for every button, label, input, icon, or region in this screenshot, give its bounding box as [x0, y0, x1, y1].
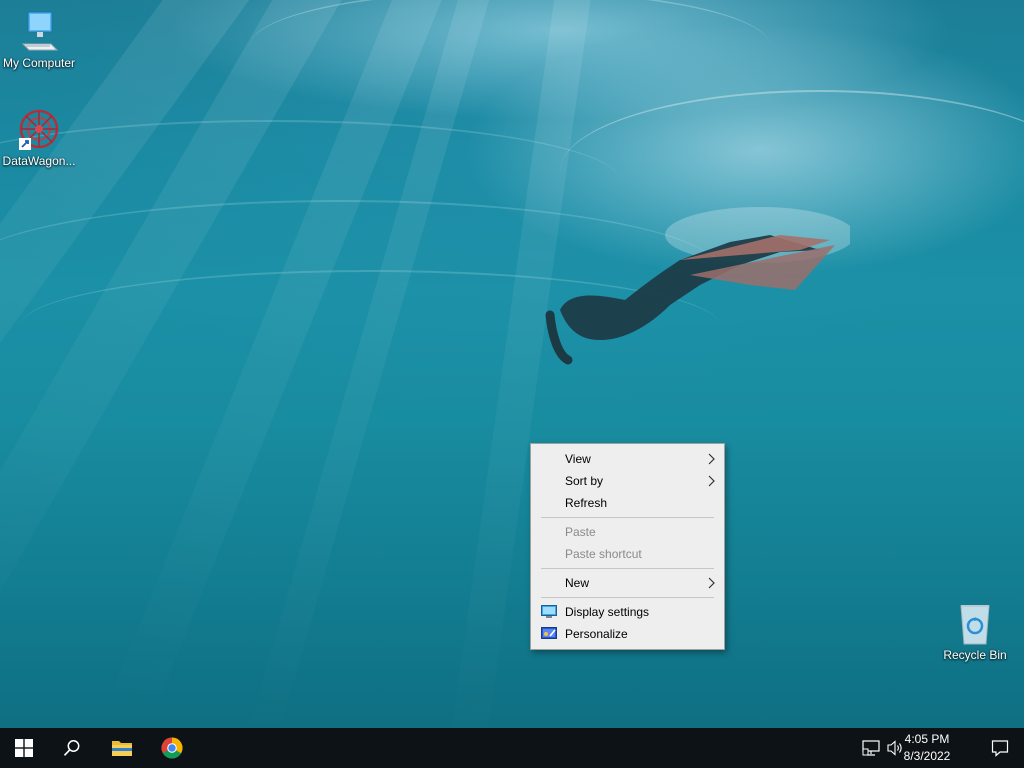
menu-item-label: Paste [565, 525, 596, 539]
desktop-icon-my-computer[interactable]: My Computer [1, 10, 77, 71]
menu-item-label: Refresh [565, 496, 608, 510]
freediver-silhouette [545, 207, 850, 365]
folder-icon [112, 741, 132, 756]
desktop-icon-recycle-bin[interactable]: Recycle Bin [937, 602, 1013, 663]
notifications-button[interactable] [976, 728, 1024, 768]
personalize-icon [541, 627, 557, 639]
menu-separator [541, 568, 714, 569]
recycle-bin-icon [953, 602, 997, 646]
network-button[interactable] [858, 728, 884, 768]
menu-item-view[interactable]: View [531, 448, 724, 470]
desktop-wallpaper[interactable]: My Computer DataWagon... Recycle Bin Vie… [0, 0, 1024, 728]
menu-item-sort-by[interactable]: Sort by [531, 470, 724, 492]
desktop-icon-label: My Computer [2, 56, 76, 70]
menu-item-refresh[interactable]: Refresh [531, 492, 724, 514]
taskbar: 4:05 PM 8/3/2022 [0, 728, 1024, 768]
notifications-icon [991, 740, 1009, 757]
menu-item-paste-shortcut[interactable]: Paste shortcut [531, 543, 724, 565]
menu-item-paste[interactable]: Paste [531, 521, 724, 543]
file-explorer-button[interactable] [98, 728, 146, 768]
menu-item-label: Paste shortcut [565, 547, 642, 561]
chrome-icon [161, 737, 183, 759]
menu-item-new[interactable]: New [531, 572, 724, 594]
menu-item-label: New [565, 576, 590, 590]
datawagon-icon [17, 108, 61, 152]
menu-item-label: Sort by [565, 474, 604, 488]
menu-separator [541, 597, 714, 598]
desktop-context-menu: View Sort by Refresh Paste Paste shortcu… [530, 443, 725, 650]
computer-icon [17, 10, 61, 54]
clock-time[interactable]: 4:05 PM [892, 732, 962, 746]
menu-item-display-settings[interactable]: Display settings [531, 601, 724, 623]
display-icon [541, 605, 557, 618]
start-button[interactable] [0, 728, 48, 768]
menu-item-label: Personalize [565, 627, 628, 641]
windows-logo-icon [15, 739, 33, 757]
menu-item-personalize[interactable]: Personalize [531, 623, 724, 645]
menu-separator [541, 517, 714, 518]
network-icon [862, 740, 880, 756]
desktop-icon-label: DataWagon... [2, 154, 76, 168]
search-icon [63, 740, 80, 756]
search-button[interactable] [48, 728, 96, 768]
menu-item-label: Display settings [565, 605, 650, 619]
desktop-icon-label: Recycle Bin [943, 648, 1007, 662]
water-swell [250, 0, 770, 102]
chevron-right-icon [708, 475, 715, 487]
clock-date[interactable]: 8/3/2022 [892, 749, 962, 763]
menu-item-label: View [565, 452, 591, 466]
chevron-right-icon [708, 577, 715, 589]
chrome-button[interactable] [148, 728, 196, 768]
chevron-right-icon [708, 453, 715, 465]
desktop-icon-datawagon[interactable]: DataWagon... [1, 108, 77, 169]
